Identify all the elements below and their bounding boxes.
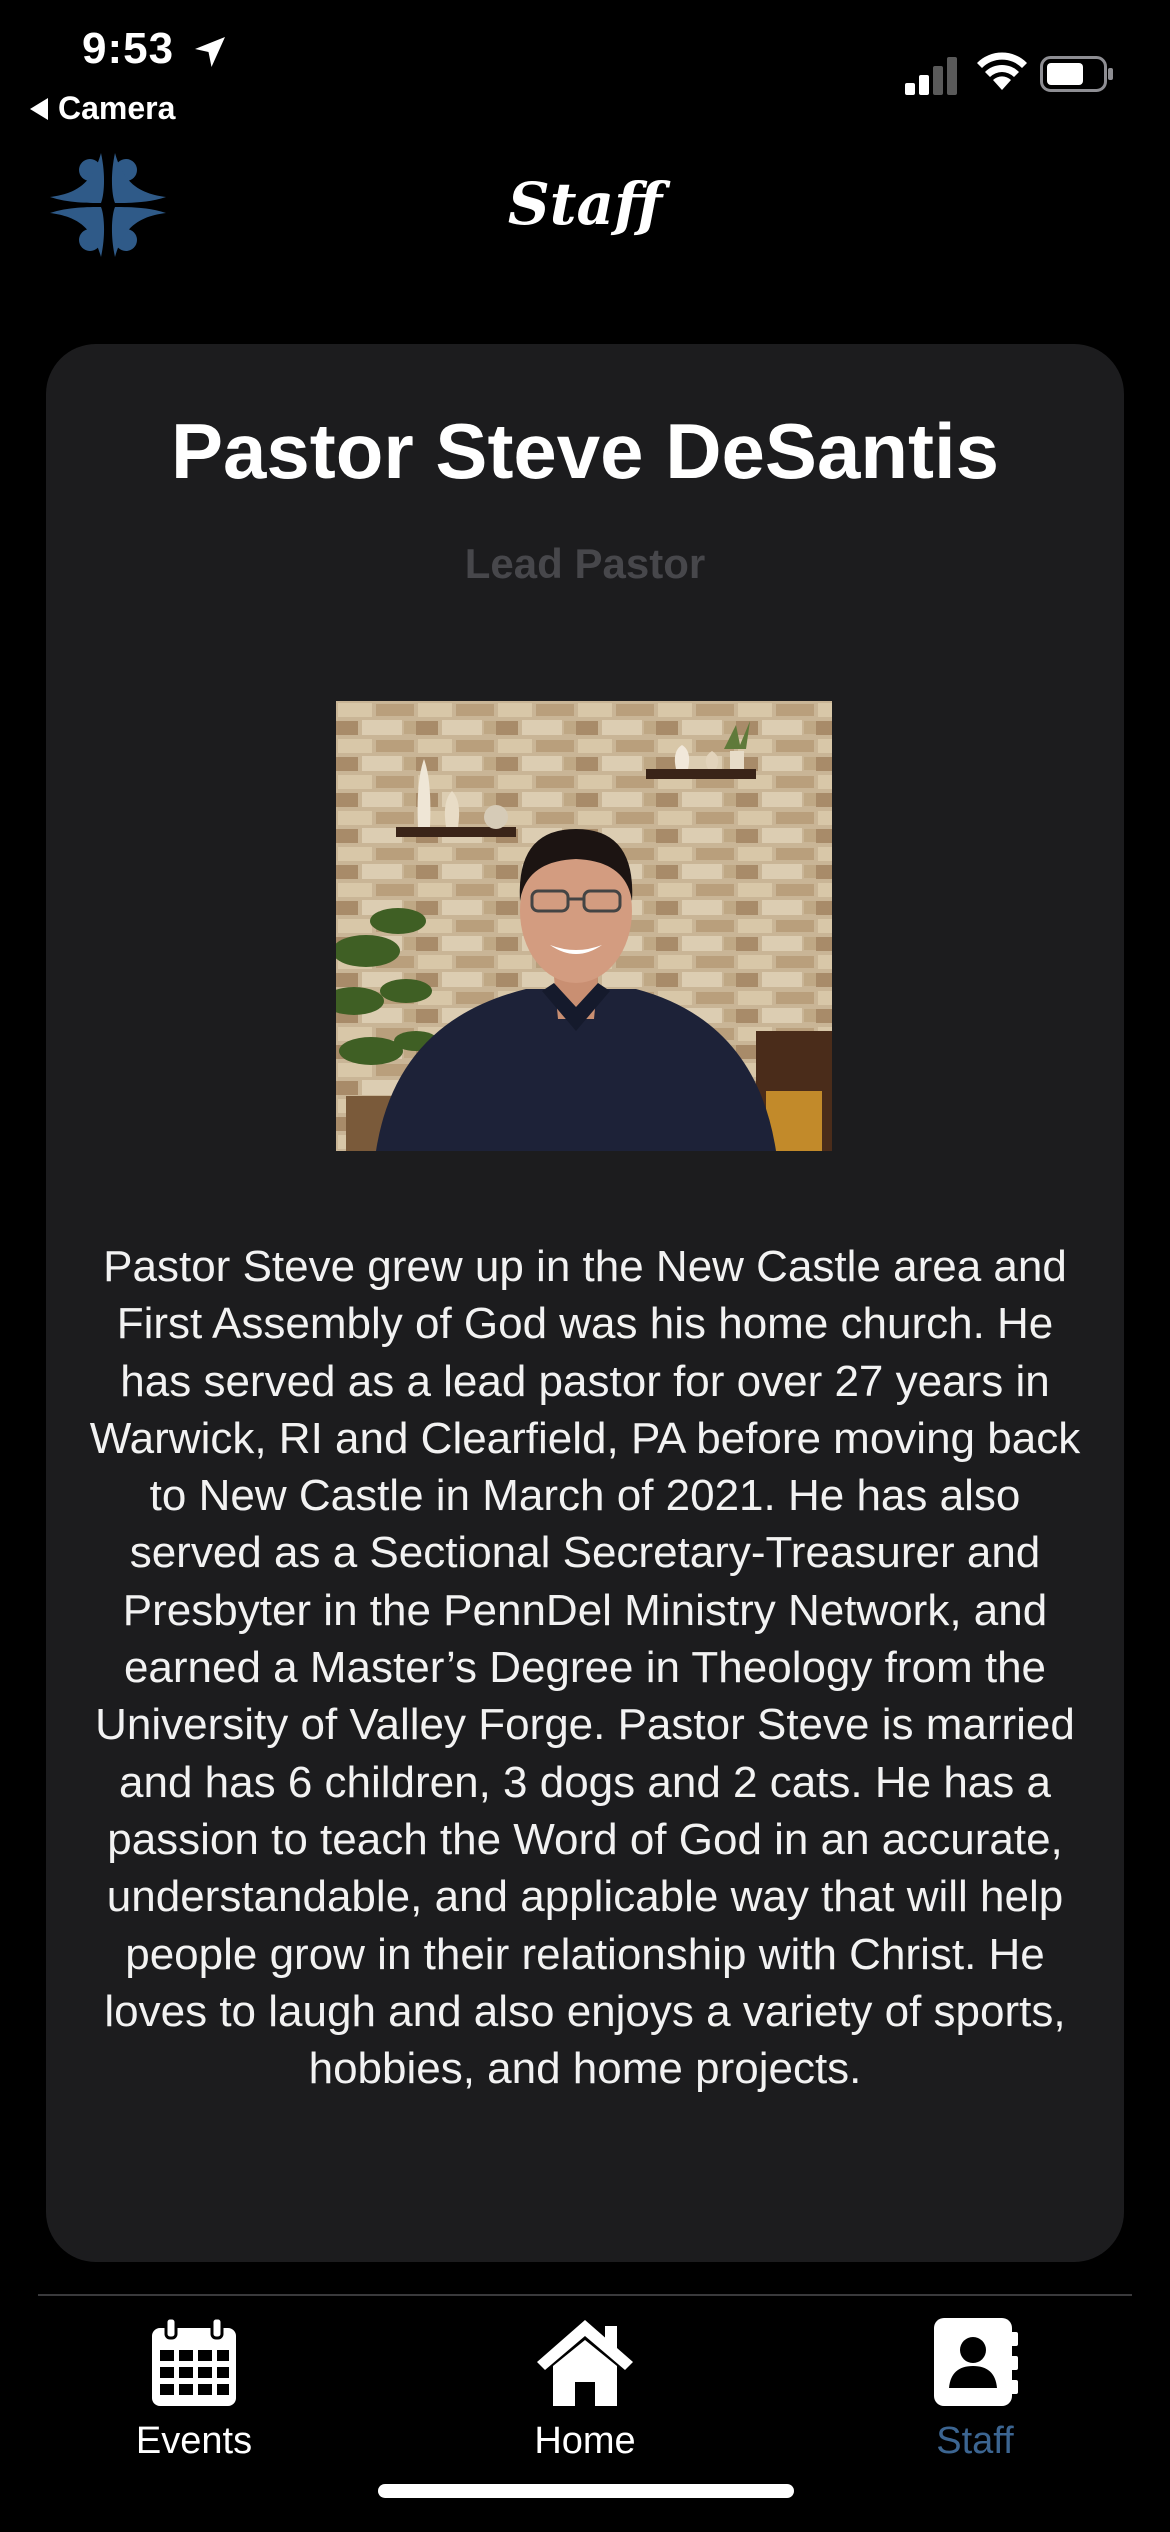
location-arrow-icon	[195, 37, 225, 67]
page-title: Staff	[507, 170, 663, 238]
staff-photo	[336, 701, 832, 1151]
wifi-icon	[977, 52, 1027, 90]
tab-staff[interactable]: Staff	[865, 2316, 1085, 2466]
staff-card: Pastor Steve DeSantis Lead Pastor Pastor…	[46, 344, 1124, 2262]
staff-role: Lead Pastor	[464, 540, 706, 587]
back-app-label: Camera	[58, 90, 176, 126]
tab-home-label: Home	[534, 2420, 636, 2462]
home-icon	[537, 2320, 633, 2406]
tab-events[interactable]: Events	[84, 2316, 304, 2466]
status-bar: 9:53 Camera	[0, 0, 1170, 140]
staff-name: Pastor Steve DeSantis	[170, 407, 1000, 495]
tab-staff-label: Staff	[936, 2420, 1014, 2462]
back-triangle-icon	[30, 97, 48, 120]
status-time: 9:53	[82, 24, 175, 73]
staff-bio: Pastor Steve grew up in the New Castle a…	[89, 1242, 1081, 2094]
back-to-camera-link[interactable]: Camera	[30, 90, 175, 127]
contact-book-icon	[934, 2318, 1018, 2406]
home-indicator[interactable]	[378, 2484, 794, 2498]
tab-events-label: Events	[135, 2420, 253, 2462]
tab-home[interactable]: Home	[475, 2316, 695, 2466]
battery-icon	[1040, 56, 1113, 92]
calendar-icon	[152, 2316, 236, 2406]
cellular-signal-icon	[905, 57, 957, 95]
tab-bar-divider	[38, 2294, 1132, 2296]
